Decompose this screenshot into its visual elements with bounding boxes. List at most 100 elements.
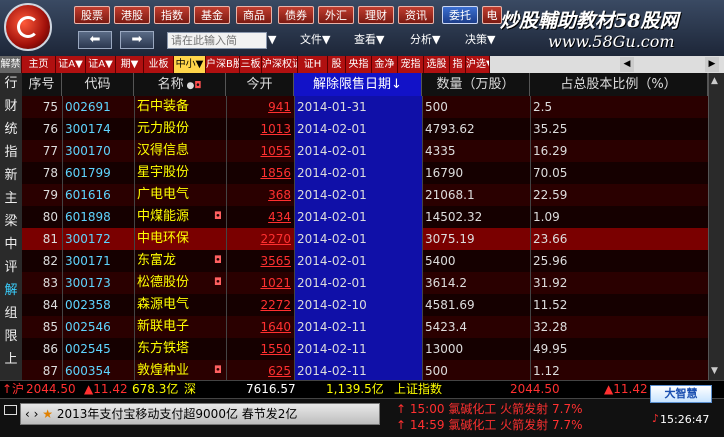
alert-item[interactable]: ↑ 14:59 氯碱化工 火箭发射 7.7% [396, 418, 652, 433]
column-separator [422, 360, 423, 382]
column-separator [422, 118, 423, 140]
news-headline[interactable]: 2013年支付宝移动支付超9000亿 春节发2亿 [57, 407, 298, 421]
cell-pct: 22.59 [533, 188, 568, 202]
col-percent[interactable]: 占总股本比例（%） [530, 73, 708, 96]
tab-11[interactable]: 股 [328, 56, 346, 73]
tab-16[interactable]: 指 [450, 56, 466, 73]
file-menu[interactable]: 文件▼ [300, 33, 330, 47]
tab-15[interactable]: 选股 [424, 56, 450, 73]
left-function-1[interactable]: 财 [3, 99, 19, 115]
col-code[interactable]: 代码 [62, 73, 134, 96]
table-row[interactable]: 87 600354 敦煌种业 ◘ 625 2014-02-11 500 1.12 [22, 360, 708, 382]
tab-7[interactable]: 户深B股 [206, 56, 240, 73]
left-function-2[interactable]: 统 [3, 122, 19, 138]
search-dropdown-icon[interactable]: ▼ [268, 33, 276, 46]
index-name[interactable]: 上证指数 [394, 380, 442, 398]
sh-up-icon: ↑ [2, 382, 13, 396]
cell-flag [210, 140, 226, 162]
tab-8[interactable]: 三板 [240, 56, 262, 73]
menu-2[interactable]: 指数 [154, 6, 190, 24]
tab-13[interactable]: 金净 [372, 56, 398, 73]
tab-14[interactable]: 宠指 [398, 56, 424, 73]
column-separator [134, 206, 135, 228]
left-function-3[interactable]: 指 [3, 145, 19, 161]
table-row[interactable]: 79 601616 广电电气 368 2014-02-01 21068.1 22.59 [22, 184, 708, 206]
menu-10[interactable]: 电 [482, 6, 502, 24]
tab-3[interactable]: 证A▼ [86, 56, 116, 73]
table-row[interactable]: 80 601898 中煤能源 ◘ 434 2014-02-01 14502.32 1.09 [22, 206, 708, 228]
tab-12[interactable]: 央指 [346, 56, 372, 73]
left-function-6[interactable]: 梁 [3, 214, 19, 230]
next-news-icon[interactable]: › [34, 407, 39, 421]
sz-index-value[interactable]: 7616.57 [246, 380, 296, 398]
tab-9[interactable]: 沪深权证 [262, 56, 298, 73]
table-row[interactable]: 81 300172 中电环保 2270 2014-02-01 3075.19 23.66 [22, 228, 708, 250]
tab-4[interactable]: 期▼ [116, 56, 144, 73]
col-open[interactable]: 今开 [226, 73, 294, 96]
tab-scroll-right-icon[interactable]: ▶ [705, 57, 719, 72]
bell-icon[interactable]: ♪ [652, 412, 659, 425]
alert-item[interactable]: ↑ 15:00 氯碱化工 火箭发射 7.7% [396, 402, 652, 417]
col-unlock-date[interactable]: 解除限售日期↓ [294, 73, 422, 96]
menu-0[interactable]: 股票 [74, 6, 110, 24]
left-function-5[interactable]: 主 [3, 191, 19, 207]
decision-menu[interactable]: 决策▼ [465, 33, 495, 47]
menu-3[interactable]: 基金 [194, 6, 230, 24]
prev-news-icon[interactable]: ‹ [21, 407, 30, 421]
analysis-menu[interactable]: 分析▼ [410, 33, 440, 47]
tab-2[interactable]: 证A▼ [56, 56, 86, 73]
table-row[interactable]: 86 002545 东方铁塔 1550 2014-02-11 13000 49.95 [22, 338, 708, 360]
left-function-11[interactable]: 限 [3, 329, 19, 345]
left-function-8[interactable]: 评 [3, 260, 19, 276]
menu-1[interactable]: 港股 [114, 6, 150, 24]
menu-9[interactable]: 委托 [442, 6, 478, 24]
right-scroll-bar[interactable] [708, 73, 724, 380]
search-input[interactable] [167, 32, 267, 49]
mail-icon[interactable] [4, 405, 17, 415]
table-row[interactable]: 78 601799 星宇股份 1856 2014-02-01 16790 70.05 [22, 162, 708, 184]
left-function-4[interactable]: 新 [3, 168, 19, 184]
tab-10[interactable]: 证H [298, 56, 328, 73]
tab-0[interactable]: 解禁 [0, 56, 22, 73]
table-row[interactable]: 85 002546 新联电子 1640 2014-02-11 5423.4 32.28 [22, 316, 708, 338]
tab-scroll-left-icon[interactable]: ◀ [620, 57, 634, 72]
col-seq[interactable]: 序号 [22, 73, 62, 96]
table-row[interactable]: 83 300173 松德股份 ◘ 1021 2014-02-01 3614.2 31.92 [22, 272, 708, 294]
left-function-7[interactable]: 中 [3, 237, 19, 253]
app-logo-icon[interactable] [4, 3, 52, 51]
menu-7[interactable]: 理财 [358, 6, 394, 24]
brand-badge[interactable]: 大智慧 [650, 385, 712, 403]
table-row[interactable]: 75 002691 石中装备 941 2014-01-31 500 2.5 [22, 96, 708, 118]
column-separator [530, 250, 531, 272]
back-button[interactable]: ⬅ [78, 31, 112, 49]
menu-5[interactable]: 债券 [278, 6, 314, 24]
tab-17[interactable]: 沪选▼ [466, 56, 490, 73]
tab-6[interactable]: 中小▼ [174, 56, 206, 73]
scroll-up-icon[interactable]: ▲ [711, 76, 718, 86]
tab-1[interactable]: 主页 [22, 56, 56, 73]
forward-button[interactable]: ➡ [120, 31, 154, 49]
news-ticker[interactable]: ‹ › ★ 2013年支付宝移动支付超9000亿 春节发2亿 [20, 403, 380, 425]
menu-6[interactable]: 外汇 [318, 6, 354, 24]
cell-seq: 77 [42, 144, 58, 158]
left-function-12[interactable]: 上 [3, 352, 19, 368]
cell-qty: 5423.4 [425, 320, 467, 334]
cell-name: 敦煌种业 [137, 363, 190, 378]
menu-8[interactable]: 资讯 [398, 6, 434, 24]
menu-4[interactable]: 商品 [236, 6, 272, 24]
watermark-url: www.58Gu.com [548, 32, 675, 51]
left-function-9[interactable]: 解 [3, 283, 19, 299]
left-function-0[interactable]: 行 [3, 76, 19, 92]
table-row[interactable]: 82 300171 东富龙 ◘ 3565 2014-02-01 5400 25.96 [22, 250, 708, 272]
table-row[interactable]: 77 300170 汉得信息 1055 2014-02-01 4335 16.29 [22, 140, 708, 162]
tab-5[interactable]: 业板 [144, 56, 174, 73]
table-row[interactable]: 76 300174 元力股份 1013 2014-02-01 4793.62 35.25 [22, 118, 708, 140]
col-name[interactable]: 名称 ●◘ [134, 73, 226, 96]
cell-name: 松德股份 [137, 275, 190, 290]
view-menu[interactable]: 查看▼ [354, 33, 384, 47]
table-row[interactable]: 84 002358 森源电气 2272 2014-02-10 4581.69 11.52 [22, 294, 708, 316]
scroll-down-icon[interactable]: ▼ [711, 366, 718, 376]
sh-index-value[interactable]: 2044.50 [26, 380, 76, 398]
col-quantity[interactable]: 数量（万股） [422, 73, 530, 96]
left-function-10[interactable]: 组 [3, 306, 19, 322]
